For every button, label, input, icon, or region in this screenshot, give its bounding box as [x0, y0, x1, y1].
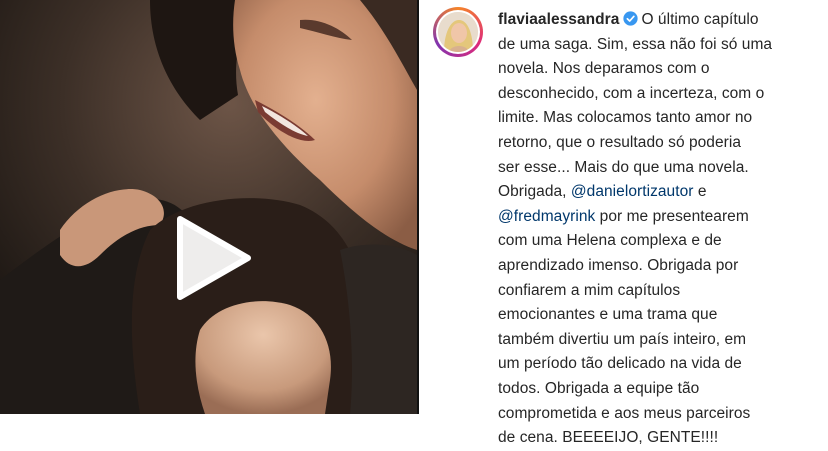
play-icon[interactable]: [172, 213, 254, 303]
video-still: [0, 0, 417, 414]
caption-line: limite. Mas colocamos tanto amor no: [498, 109, 753, 127]
caption-line: ser esse... Mais do que uma novela.: [498, 158, 749, 176]
caption-line: novela. Nos deparamos com o: [498, 60, 710, 78]
caption-line: confiarem a mim capítulos: [498, 281, 681, 299]
caption-line: de uma saga. Sim, essa não foi só uma: [498, 35, 773, 53]
caption-line: emocionantes e uma trama que: [498, 306, 718, 324]
mention-link-danielortizautor[interactable]: @danielortizautor: [571, 183, 694, 200]
caption-line: flaviaalessandra O último capítulo: [498, 11, 759, 28]
caption-line: de cena. BEEEEIJO, GENTE!!!!: [498, 429, 719, 447]
caption-line: desconhecido, com a incerteza, com o: [498, 84, 765, 102]
avatar-photo: [438, 12, 478, 52]
caption-line: retorno, que o resultado só poderia: [498, 133, 742, 151]
caption-line: com uma Helena complexa e de: [498, 232, 722, 250]
caption-line: Obrigada, @danielortizautor e: [498, 183, 707, 201]
caption-line: também divertiu um país inteiro, em: [498, 330, 747, 348]
avatar[interactable]: [433, 7, 483, 57]
caption-line: aprendizado imenso. Obrigada por: [498, 256, 739, 274]
caption-panel: flaviaalessandra O último capítulo de uma…: [419, 0, 828, 446]
caption-line: um período tão delicado na vida de: [498, 355, 742, 373]
post-caption: flaviaalessandra O último capítulo de uma…: [498, 8, 818, 451]
mention-link-fredmayrink[interactable]: @fredmayrink: [498, 208, 595, 225]
verified-badge-icon: [623, 11, 639, 26]
caption-line: @fredmayrink por me presentearem: [498, 207, 749, 225]
post-video[interactable]: [0, 0, 417, 414]
caption-line: todos. Obrigada a equipe tão: [498, 379, 700, 397]
author-username[interactable]: flaviaalessandra: [498, 11, 619, 28]
